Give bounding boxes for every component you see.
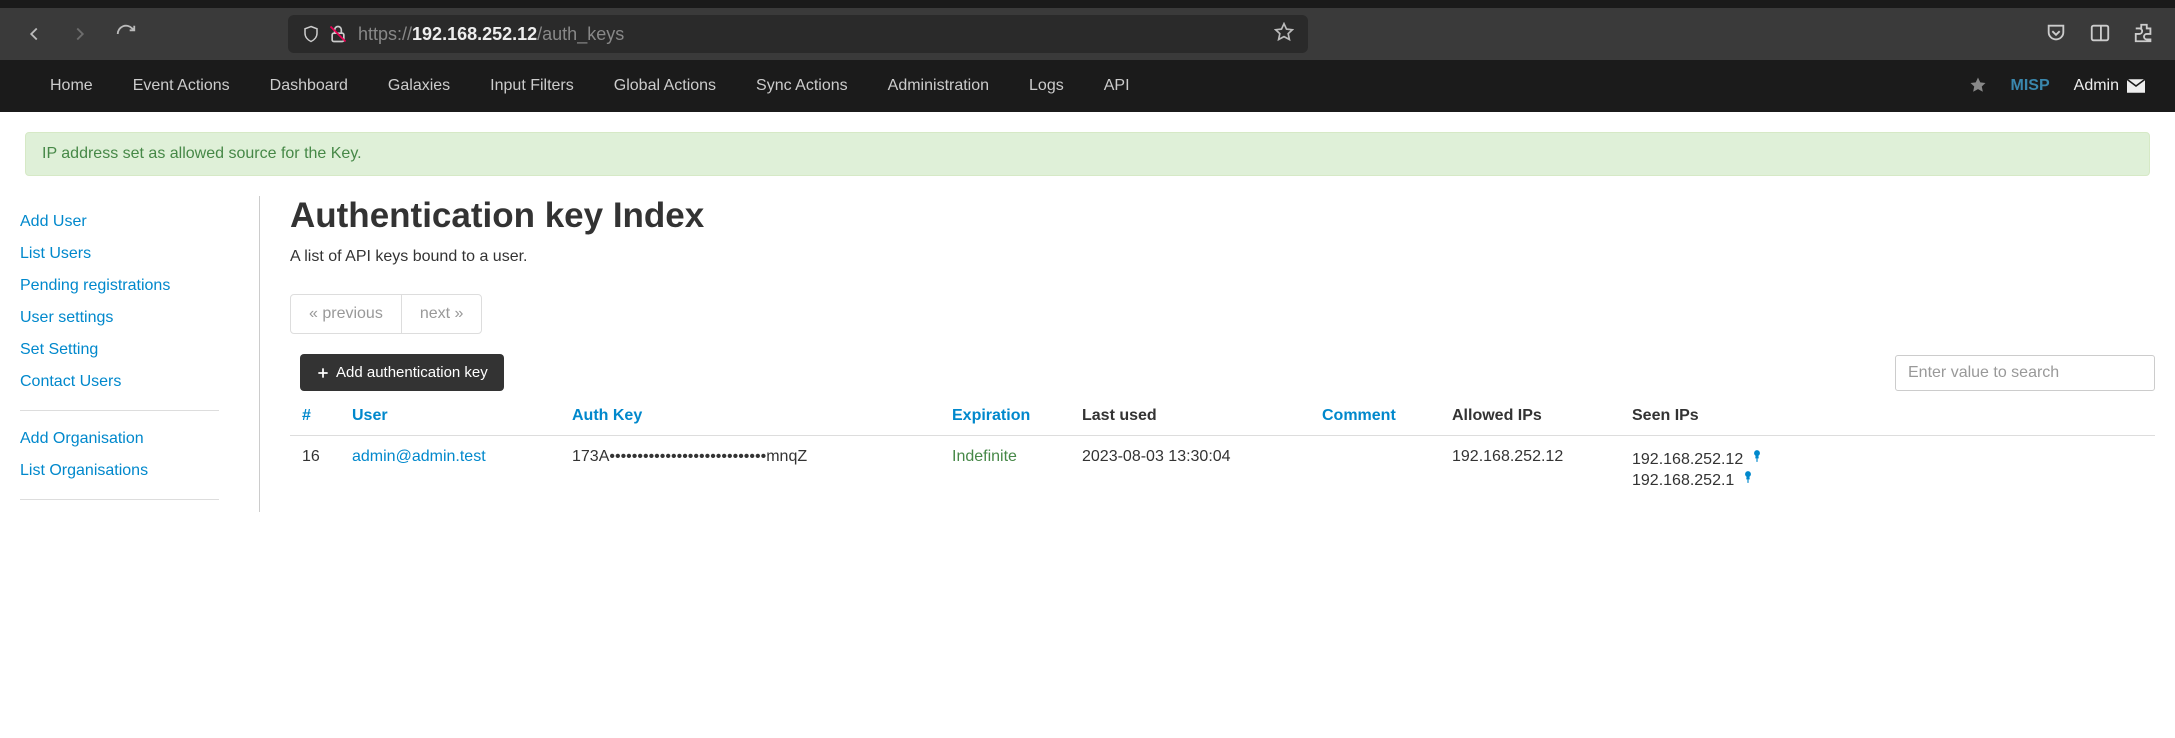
nav-global-actions[interactable]: Global Actions <box>594 60 736 112</box>
nav-input-filters[interactable]: Input Filters <box>470 60 594 112</box>
user-label: Admin <box>2074 77 2119 95</box>
cell-comment <box>1310 436 1440 503</box>
seen-ip-1: 192.168.252.12 <box>1632 451 1743 468</box>
main-content: Authentication key Index A list of API k… <box>260 196 2155 512</box>
pagination: « previous next » <box>290 294 482 334</box>
cell-authkey: 173A••••••••••••••••••••••••••••mnqZ <box>560 436 940 503</box>
pin-icon[interactable] <box>1750 451 1764 468</box>
brand-label[interactable]: MISP <box>2011 77 2050 95</box>
sidebar-add-user[interactable]: Add User <box>20 206 259 238</box>
cell-lastused: 2023-08-03 13:30:04 <box>1070 436 1310 503</box>
col-lastused[interactable]: Last used <box>1070 397 1310 436</box>
add-authentication-key-button[interactable]: Add authentication key <box>300 354 504 391</box>
back-button[interactable] <box>20 20 48 48</box>
nav-home[interactable]: Home <box>30 60 113 112</box>
page-title: Authentication key Index <box>290 196 2155 236</box>
nav-logs[interactable]: Logs <box>1009 60 1084 112</box>
mail-icon <box>2127 79 2145 93</box>
pocket-icon[interactable] <box>2045 22 2067 47</box>
previous-page[interactable]: « previous <box>291 295 402 333</box>
user-menu[interactable]: Admin <box>2074 77 2145 95</box>
col-expiration[interactable]: Expiration <box>940 397 1070 436</box>
col-user[interactable]: User <box>340 397 560 436</box>
nav-event-actions[interactable]: Event Actions <box>113 60 250 112</box>
reload-button[interactable] <box>112 20 140 48</box>
sidebar-pending-registrations[interactable]: Pending registrations <box>20 270 259 302</box>
col-num[interactable]: # <box>290 397 340 436</box>
lock-warning-icon <box>328 24 348 44</box>
plus-icon <box>316 366 330 380</box>
app-navbar: Home Event Actions Dashboard Galaxies In… <box>0 60 2175 112</box>
nav-dashboard[interactable]: Dashboard <box>250 60 368 112</box>
sidebar-user-settings[interactable]: User settings <box>20 302 259 334</box>
favorite-icon[interactable] <box>1969 76 1987 97</box>
col-allowed-ips[interactable]: Allowed IPs <box>1440 397 1620 436</box>
nav-api[interactable]: API <box>1084 60 1150 112</box>
pin-icon[interactable] <box>1741 472 1755 489</box>
seen-ip-2: 192.168.252.1 <box>1632 472 1734 489</box>
sidebar-add-organisation[interactable]: Add Organisation <box>20 423 259 455</box>
shield-icon <box>302 25 320 43</box>
col-comment[interactable]: Comment <box>1310 397 1440 436</box>
alert-message: IP address set as allowed source for the… <box>42 145 362 162</box>
nav-sync-actions[interactable]: Sync Actions <box>736 60 868 112</box>
sidebar: Add User List Users Pending registration… <box>20 196 260 512</box>
cell-expiration: Indefinite <box>952 448 1017 465</box>
cell-seen-ips: 192.168.252.12 192.168.252.1 <box>1620 436 2155 503</box>
nav-administration[interactable]: Administration <box>868 60 1009 112</box>
page-subtitle: A list of API keys bound to a user. <box>290 248 2155 266</box>
search-input[interactable] <box>1895 355 2155 391</box>
browser-toolbar: https://192.168.252.12/auth_keys <box>0 0 2175 60</box>
col-authkey[interactable]: Auth Key <box>560 397 940 436</box>
sidebar-set-setting[interactable]: Set Setting <box>20 334 259 366</box>
alert-success: IP address set as allowed source for the… <box>25 132 2150 176</box>
nav-galaxies[interactable]: Galaxies <box>368 60 470 112</box>
cell-num: 16 <box>290 436 340 503</box>
bookmark-star-icon[interactable] <box>1274 22 1294 47</box>
add-btn-label: Add authentication key <box>336 364 488 381</box>
extensions-icon[interactable] <box>2133 22 2155 47</box>
cell-allowed-ips: 192.168.252.12 <box>1440 436 1620 503</box>
col-seen-ips[interactable]: Seen IPs <box>1620 397 2155 436</box>
sidebar-divider-2 <box>20 499 219 500</box>
sidebar-contact-users[interactable]: Contact Users <box>20 366 259 398</box>
forward-button[interactable] <box>66 20 94 48</box>
url-bar[interactable]: https://192.168.252.12/auth_keys <box>288 15 1308 53</box>
sidebar-list-users[interactable]: List Users <box>20 238 259 270</box>
sidebar-toggle-icon[interactable] <box>2089 22 2111 47</box>
url-text: https://192.168.252.12/auth_keys <box>358 24 1264 45</box>
cell-user-link[interactable]: admin@admin.test <box>352 448 486 465</box>
table-row: 16 admin@admin.test 173A••••••••••••••••… <box>290 436 2155 503</box>
auth-keys-table: # User Auth Key Expiration Last used Com… <box>290 397 2155 502</box>
sidebar-list-organisations[interactable]: List Organisations <box>20 455 259 487</box>
next-page[interactable]: next » <box>402 295 482 333</box>
sidebar-divider <box>20 410 219 411</box>
